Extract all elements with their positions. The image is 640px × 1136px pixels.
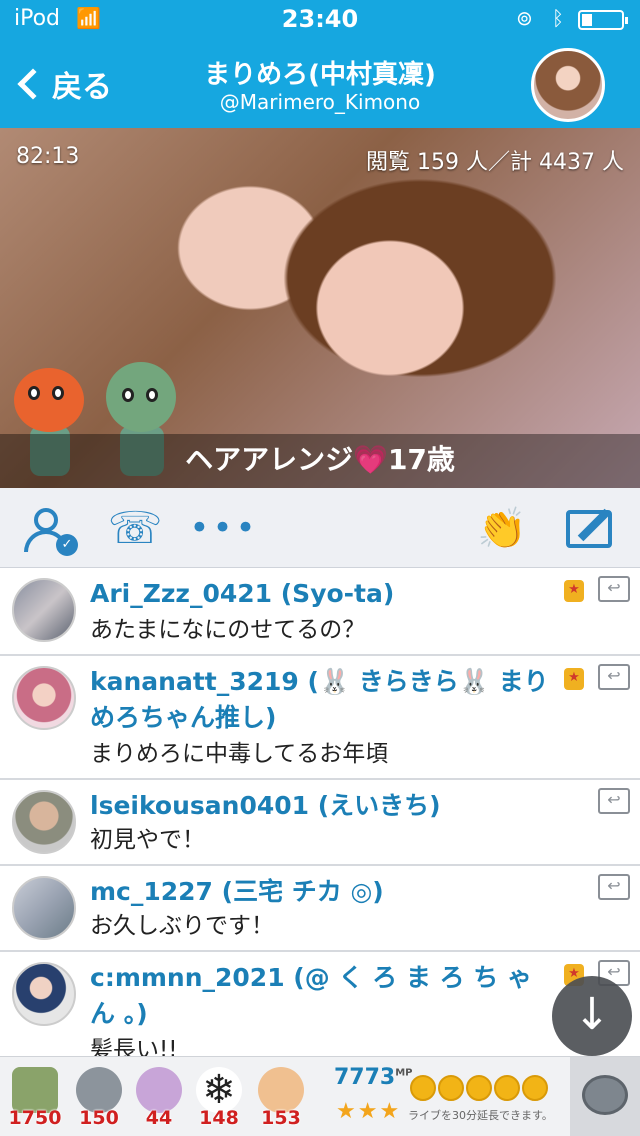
reply-icon: ↩: [607, 790, 621, 809]
check-icon: ✓: [56, 534, 78, 556]
reply-button[interactable]: ↩: [598, 664, 630, 690]
commenter-name[interactable]: mc_1227 (三宅 チカ ◎): [90, 874, 550, 910]
broadcaster-handle: @Marimero_Kimono: [219, 90, 421, 114]
live-stream-screen: iPod 📶 23:40 ⊚ ᛒ 戻る まりめろ(中村真凜) @Marimero…: [0, 0, 640, 1136]
clap-icon: 👏: [477, 505, 527, 552]
comment-text: まりめろに中毒してるお年頃: [90, 741, 389, 767]
coin-icon: [438, 1075, 464, 1101]
list-item: Ari_Zzz_0421 (Syo-ta) あたまになにのせてるの？ ★ ↩: [0, 568, 640, 656]
coin-icon: [522, 1075, 548, 1101]
list-item: lseikousan0401 (えいきち) 初見やで！ ↩: [0, 780, 640, 866]
bluetooth-icon: ᛒ: [552, 6, 564, 30]
gift-count: 148: [199, 1107, 239, 1129]
status-bar: iPod 📶 23:40 ⊚ ᛒ: [0, 0, 640, 40]
comment-text: あたまになにのせてるの？: [90, 617, 366, 643]
gift-count: 44: [145, 1107, 173, 1129]
reply-button[interactable]: ↩: [598, 788, 630, 814]
gift-count: 150: [79, 1107, 119, 1129]
list-item: mc_1227 (三宅 チカ ◎) お久しぶりです！ ↩: [0, 866, 640, 952]
gift-item[interactable]: 153: [254, 1067, 308, 1129]
comment-text: 初見やで！: [90, 827, 205, 853]
clap-button[interactable]: 👏: [470, 498, 534, 558]
arrow-down-icon: ↓: [573, 989, 611, 1040]
back-label: 戻る: [52, 70, 112, 105]
gift-count: 1750: [8, 1107, 62, 1129]
elapsed-time: 82:13: [16, 144, 80, 169]
coin-icon: [466, 1075, 492, 1101]
coin-icon: [410, 1075, 436, 1101]
gift-item[interactable]: 44: [132, 1067, 186, 1129]
rotation-lock-icon: ⊚: [516, 6, 533, 30]
gift-bar: 1750 150 44 ❄ 148 153 7773MP ★★★ ライブを30分…: [0, 1056, 640, 1136]
avatar[interactable]: [12, 876, 76, 940]
reply-icon: ↩: [607, 666, 621, 685]
reply-button[interactable]: ↩: [598, 576, 630, 602]
compose-button[interactable]: [562, 498, 624, 558]
avatar[interactable]: [12, 962, 76, 1026]
mascot-left: [14, 368, 84, 432]
comment-text: 髪長い!!: [90, 1037, 178, 1056]
comment-text: お久しぶりです！: [90, 913, 274, 939]
stream-caption: ヘアアレンジ💗17歳: [185, 443, 455, 476]
follow-button[interactable]: ✓: [20, 498, 80, 558]
gift-item[interactable]: 150: [72, 1067, 126, 1129]
gift-item[interactable]: ❄ 148: [192, 1067, 246, 1129]
more-button[interactable]: •••: [189, 498, 255, 558]
coin-icon: [494, 1075, 520, 1101]
list-item: c:mmnn_2021 (@ く ろ ま ろ ち ゃ ん 。) 髪長い!! ★ …: [0, 952, 640, 1056]
star-rating: ★★★: [336, 1099, 402, 1124]
list-item: kananatt_3219 (🐰 きらきら🐰 まりめろちゃん推し) まりめろに中…: [0, 656, 640, 780]
back-button[interactable]: 戻る: [14, 62, 112, 106]
commenter-name[interactable]: Ari_Zzz_0421 (Syo-ta): [90, 576, 550, 612]
avatar[interactable]: [12, 790, 76, 854]
live-video[interactable]: 82:13 閲覧 159 人／計 4437 人 ヘアアレンジ💗17歳: [0, 128, 640, 488]
follow-user-icon: [34, 508, 58, 532]
reply-icon: ↩: [607, 876, 621, 895]
call-icon: ☏: [107, 502, 163, 554]
nav-bar: 戻る まりめろ(中村真凜) @Marimero_Kimono: [0, 40, 640, 128]
rank-badge-icon: ★: [564, 668, 584, 690]
commenter-name[interactable]: lseikousan0401 (えいきち): [90, 788, 550, 824]
viewer-count: 閲覧 159 人／計 4437 人: [366, 150, 624, 175]
gift-item[interactable]: 1750: [8, 1067, 62, 1129]
reply-button[interactable]: ↩: [598, 874, 630, 900]
clock: 23:40: [281, 5, 359, 33]
broadcaster-name: まりめろ(中村真凜): [204, 60, 436, 90]
scroll-down-button[interactable]: ↓: [552, 976, 632, 1056]
broadcaster-avatar[interactable]: [531, 48, 605, 122]
comment-list[interactable]: Ari_Zzz_0421 (Syo-ta) あたまになにのせてるの？ ★ ↩ k…: [0, 568, 640, 1056]
points-number: 7773: [334, 1065, 396, 1090]
coin-row: [410, 1075, 550, 1101]
points-value: 7773MP: [334, 1065, 413, 1090]
rank-badge-icon: ★: [564, 580, 584, 602]
reply-icon: ↩: [607, 962, 621, 981]
avatar[interactable]: [12, 578, 76, 642]
call-button[interactable]: ☏: [102, 498, 168, 558]
coin-button[interactable]: [570, 1057, 640, 1136]
reply-icon: ↩: [607, 578, 621, 597]
gift-count: 153: [261, 1107, 301, 1129]
coin-disc-icon: [582, 1075, 628, 1115]
commenter-name[interactable]: c:mmnn_2021 (@ く ろ ま ろ ち ゃ ん 。): [90, 960, 550, 1032]
more-icon: •••: [189, 508, 259, 548]
mascot-right: [106, 362, 176, 432]
battery-icon: [578, 10, 628, 30]
avatar[interactable]: [12, 666, 76, 730]
commenter-name[interactable]: kananatt_3219 (🐰 きらきら🐰 まりめろちゃん推し): [90, 664, 550, 736]
chevron-left-icon: [17, 68, 49, 100]
extend-note: ライブを30分延長できます。: [408, 1109, 553, 1122]
action-toolbar: ✓ ☏ ••• 👏: [0, 488, 640, 568]
